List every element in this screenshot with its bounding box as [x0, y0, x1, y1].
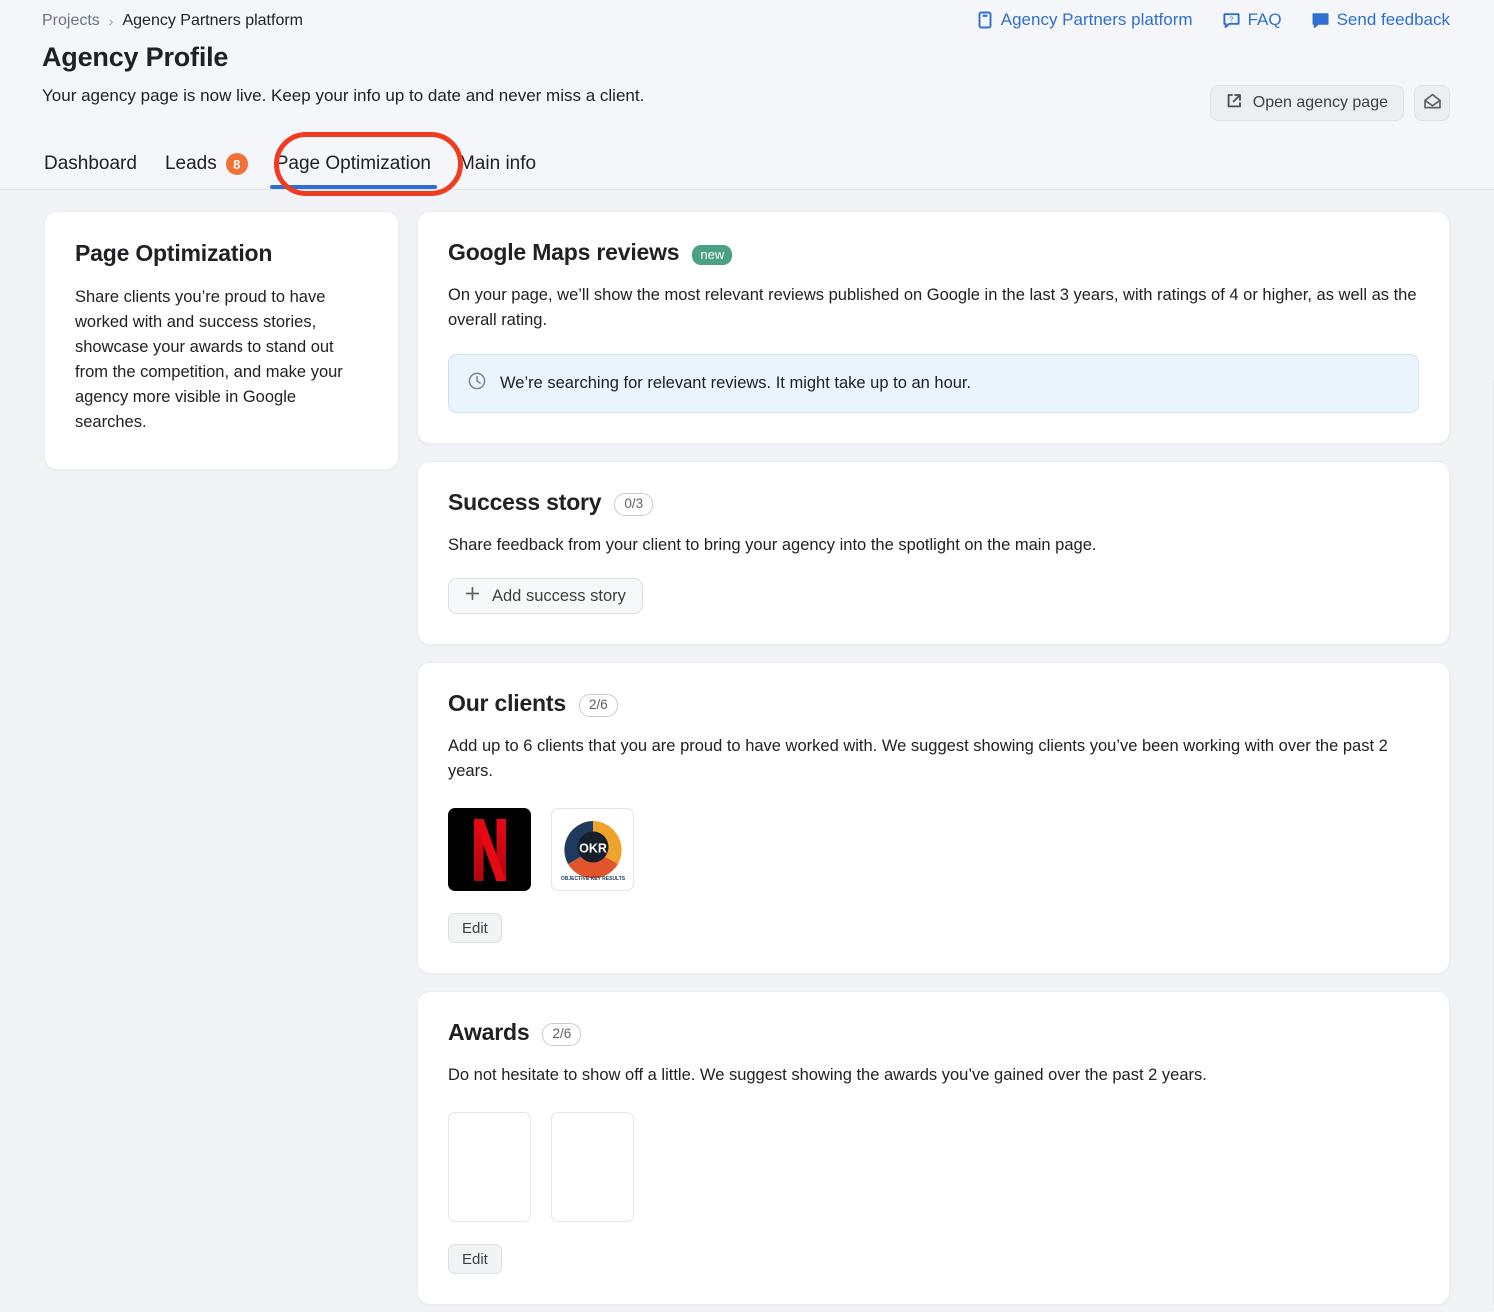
header-link-faq[interactable]: ? FAQ [1223, 10, 1282, 30]
question-bubble-icon: ? [1223, 12, 1240, 29]
client-logo-okr[interactable]: OKR OBJECTIVE KEY RESULTS [551, 808, 634, 891]
leads-count-badge: 8 [225, 153, 248, 175]
new-badge: new [692, 244, 733, 265]
section-title: Success story [448, 489, 602, 515]
header-link-label: FAQ [1247, 10, 1282, 29]
edit-clients-button[interactable]: Edit [448, 913, 502, 943]
tab-label: Main info [458, 153, 537, 174]
breadcrumb-separator-icon: › [108, 13, 114, 29]
book-icon [977, 11, 993, 29]
header-link-agency-partners-platform[interactable]: Agency Partners platform [977, 10, 1193, 30]
section-description: On your page, we’ll show the most releva… [448, 286, 1417, 329]
right-column: Google Maps reviews new On your page, we… [417, 211, 1450, 1305]
breadcrumb-current[interactable]: Agency Partners platform [122, 12, 303, 30]
breadcrumb-projects[interactable]: Projects [42, 12, 100, 30]
section-title: Awards [448, 1019, 530, 1045]
svg-text:?: ? [1229, 14, 1233, 23]
tab-page-optimization[interactable]: Page Optimization [269, 153, 438, 189]
success-story-counter: 0/3 [614, 492, 654, 517]
feedback-bubble-icon [1312, 12, 1329, 29]
section-description: Share feedback from your client to bring… [448, 536, 1097, 554]
info-card-title: Page Optimization [75, 240, 273, 266]
awards-card: Awards 2/6 Do not hesitate to show off a… [417, 991, 1450, 1305]
tab-label: Page Optimization [275, 153, 431, 174]
main-content: Page Optimization Share clients you’re p… [0, 190, 1494, 1305]
award-tile-list [448, 1112, 1419, 1222]
client-logo-netflix[interactable] [448, 808, 531, 891]
awards-counter: 2/6 [542, 1022, 582, 1047]
awards-header: Awards 2/6 [448, 1019, 1419, 1047]
plus-icon [465, 586, 480, 606]
open-agency-page-label: Open agency page [1252, 94, 1388, 111]
award-tile-1[interactable] [448, 1112, 531, 1222]
our-clients-card: Our clients 2/6 Add up to 6 clients that… [417, 662, 1450, 974]
svg-text:OKR: OKR [579, 841, 607, 855]
tab-main-info[interactable]: Main info [457, 153, 538, 189]
page-header: Agency Partners platform ? FAQ Send feed… [0, 0, 1494, 190]
section-description: Do not hesitate to show off a little. We… [448, 1066, 1207, 1084]
add-success-story-button[interactable]: Add success story [448, 578, 643, 614]
google-maps-reviews-header: Google Maps reviews new [448, 239, 1419, 266]
mail-button[interactable] [1414, 85, 1450, 121]
okr-logo-icon: OKR OBJECTIVE KEY RESULTS [560, 820, 625, 882]
header-link-label: Agency Partners platform [1000, 10, 1193, 29]
tab-label: Leads [164, 153, 217, 174]
tab-label: Dashboard [44, 153, 137, 174]
header-links: Agency Partners platform ? FAQ Send feed… [977, 10, 1450, 30]
success-story-card: Success story 0/3 Share feedback from yo… [417, 461, 1450, 645]
our-clients-counter: 2/6 [578, 693, 618, 718]
svg-text:OBJECTIVE KEY RESULTS: OBJECTIVE KEY RESULTS [560, 876, 625, 882]
tab-leads[interactable]: Leads 8 [163, 153, 250, 189]
page-optimization-info-card: Page Optimization Share clients you’re p… [44, 211, 399, 470]
header-link-send-feedback[interactable]: Send feedback [1312, 10, 1450, 30]
google-maps-reviews-card: Google Maps reviews new On your page, we… [417, 211, 1450, 444]
section-title: Google Maps reviews [448, 239, 680, 265]
external-link-icon [1226, 93, 1242, 114]
searching-reviews-callout: We’re searching for relevant reviews. It… [448, 354, 1419, 413]
info-card-text: Share clients you’re proud to have worke… [75, 288, 343, 431]
tab-bar: Dashboard Leads 8 Page Optimization Main… [42, 131, 538, 189]
edit-awards-button[interactable]: Edit [448, 1244, 502, 1274]
left-column: Page Optimization Share clients you’re p… [44, 211, 399, 470]
section-description: Add up to 6 clients that you are proud t… [448, 737, 1388, 780]
award-tile-2[interactable] [551, 1112, 634, 1222]
add-success-story-label: Add success story [492, 586, 626, 605]
client-logo-list: OKR OBJECTIVE KEY RESULTS [448, 808, 1419, 891]
success-story-header: Success story 0/3 [448, 489, 1419, 517]
section-title: Our clients [448, 690, 566, 716]
netflix-logo-icon [473, 818, 506, 881]
open-agency-page-button[interactable]: Open agency page [1209, 85, 1404, 121]
header-link-label: Send feedback [1336, 10, 1450, 29]
breadcrumb: Projects › Agency Partners platform [42, 12, 303, 30]
page-subtitle: Your agency page is now live. Keep your … [42, 86, 645, 105]
envelope-icon [1423, 93, 1442, 113]
page-title: Agency Profile [42, 42, 229, 72]
callout-text: We’re searching for relevant reviews. It… [500, 374, 972, 392]
tab-dashboard[interactable]: Dashboard [42, 153, 139, 189]
our-clients-header: Our clients 2/6 [448, 690, 1419, 718]
clock-icon [467, 371, 487, 396]
header-actions: Open agency page [1209, 85, 1450, 121]
